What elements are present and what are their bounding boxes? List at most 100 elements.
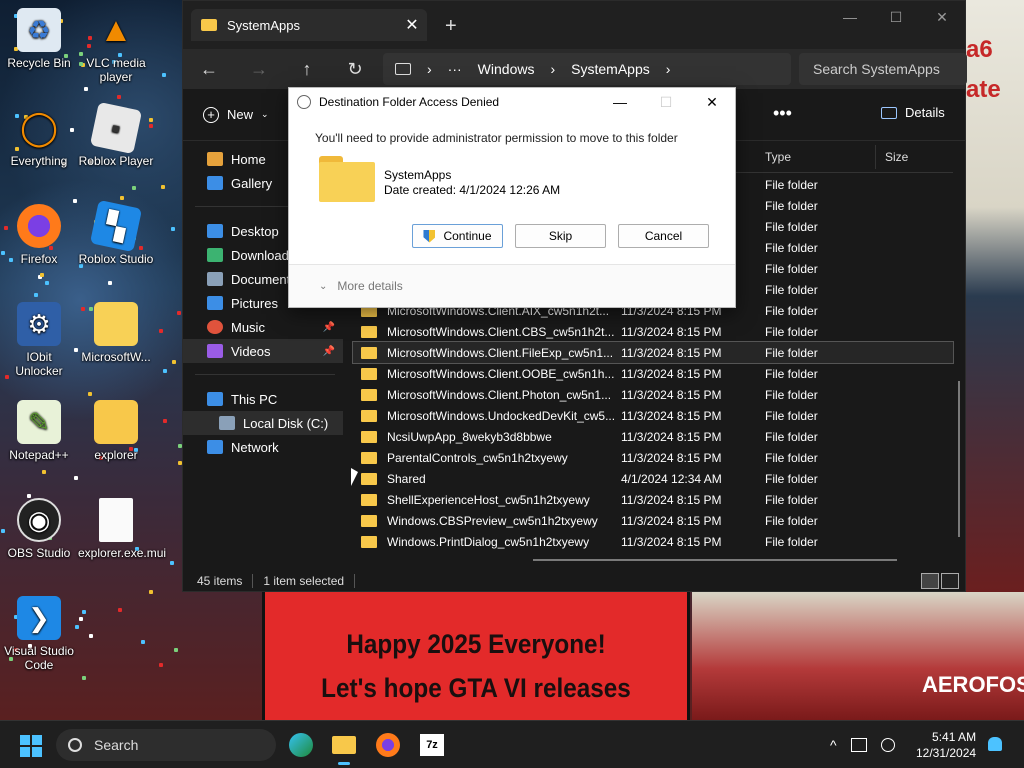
dialog-title-bar: Destination Folder Access Denied — ☐ ✕ — [289, 88, 735, 116]
skip-button[interactable]: Skip — [515, 224, 606, 248]
close-tab-icon[interactable]: ✕ — [397, 15, 427, 35]
tab-systemapps[interactable]: SystemApps ✕ — [191, 9, 427, 41]
desktop-icon-firefox[interactable]: Firefox — [1, 204, 77, 266]
folder-icon — [361, 493, 377, 506]
desktop-icon-vscode[interactable]: ❯ Visual Studio Code — [1, 596, 77, 672]
network-icon — [207, 440, 223, 454]
sidebar-item-local-disk[interactable]: Local Disk (C:) — [183, 411, 343, 435]
row-date: 11/3/2024 8:15 PM — [621, 387, 722, 402]
sidebar-item-network[interactable]: Network — [183, 435, 343, 459]
sidebar-item-label: Home — [231, 151, 266, 167]
confetti-particle — [89, 634, 93, 638]
row-name: Windows.CBSPreview_cw5n1h2txyewy — [387, 513, 598, 528]
desktop-icon-notepadpp[interactable]: ✎ Notepad++ — [1, 400, 77, 462]
sidebar-item-music[interactable]: Music 📌 — [183, 315, 343, 339]
notification-bell-icon[interactable] — [988, 737, 1002, 751]
refresh-button[interactable]: ↻ — [331, 59, 379, 80]
desktop-icon-everything[interactable]: ◯ Everything — [1, 106, 77, 168]
desktop-icon-roblox-studio[interactable]: ▚ Roblox Studio — [78, 199, 154, 266]
sidebar-item-label: Documents — [231, 271, 297, 287]
sidebar-item-videos[interactable]: Videos 📌 — [183, 339, 343, 363]
breadcrumb-overflow[interactable]: ··· — [448, 61, 462, 77]
minimize-button[interactable]: — — [827, 1, 873, 33]
dialog-folder-date: Date created: 4/1/2024 12:26 AM — [384, 183, 561, 197]
confetti-particle — [34, 293, 38, 297]
new-tab-button[interactable]: + — [445, 15, 457, 38]
more-options-button[interactable]: ••• — [773, 103, 792, 124]
folder-icon — [361, 430, 377, 443]
forward-button[interactable]: → — [235, 59, 283, 80]
maximize-button[interactable]: ☐ — [873, 1, 919, 33]
taskbar-edge[interactable] — [285, 729, 317, 761]
desktop-icon-explorer[interactable]: explorer — [78, 400, 154, 462]
vertical-scrollbar[interactable] — [958, 381, 960, 537]
tab-title: SystemApps — [227, 17, 300, 33]
desktop-icon-recycle-bin[interactable]: ♻ Recycle Bin — [1, 8, 77, 70]
desktop-icon-vlc[interactable]: ▲ VLC media player — [78, 8, 154, 85]
start-button[interactable] — [20, 735, 42, 757]
taskbar-clock[interactable]: 5:41 AM 12/31/2024 — [916, 729, 976, 761]
back-button[interactable]: ← — [183, 59, 235, 80]
new-button[interactable]: + New ⌄ — [203, 106, 269, 123]
dialog-message: You'll need to provide administrator per… — [315, 131, 678, 145]
desktop-icon-microsoft-folder[interactable]: MicrosoftW... — [78, 302, 154, 364]
close-button[interactable]: ✕ — [919, 1, 965, 33]
taskbar-firefox[interactable] — [372, 729, 404, 761]
network-icon[interactable] — [850, 738, 867, 752]
firefox-icon — [376, 733, 400, 757]
sidebar-item-this-pc[interactable]: This PC — [183, 387, 343, 411]
search-input[interactable]: Search SystemApps — [799, 53, 967, 85]
table-row[interactable]: NcsiUwpApp_8wekyb3d8bbwe 11/3/2024 8:15 … — [353, 426, 953, 447]
dialog-window-controls: — ☐ ✕ — [597, 88, 735, 116]
table-row-selected[interactable]: MicrosoftWindows.Client.FileExp_cw5n1...… — [352, 341, 954, 364]
tiles-view-icon[interactable] — [941, 573, 959, 589]
dialog-minimize-button[interactable]: — — [597, 88, 643, 116]
row-type: File folder — [765, 408, 818, 423]
table-row[interactable]: MicrosoftWindows.Client.CBS_cw5n1h2t... … — [353, 321, 953, 342]
table-row[interactable]: MicrosoftWindows.Client.OOBE_cw5n1h... 1… — [353, 363, 953, 384]
recycle-bin-icon: ♻ — [17, 8, 61, 52]
desktop-icon-label: Notepad++ — [9, 448, 69, 462]
sidebar-item-label: Pictures — [231, 295, 278, 311]
confetti-particle — [118, 608, 122, 612]
horizontal-scrollbar[interactable] — [533, 559, 897, 561]
everything-search-icon: ◯ — [19, 109, 59, 147]
desktop-icon-explorer-mui[interactable]: explorer.exe.mui — [78, 498, 166, 560]
more-details-toggle[interactable]: ⌄ More details — [289, 264, 735, 307]
confetti-particle — [177, 311, 181, 315]
column-header-size[interactable]: Size — [885, 150, 908, 164]
table-row[interactable]: MicrosoftWindows.Client.Photon_cw5n1... … — [353, 384, 953, 405]
desktop-icon-roblox-player[interactable]: ▪ Roblox Player — [78, 101, 154, 168]
table-row[interactable]: MicrosoftWindows.UndockedDevKit_cw5... 1… — [353, 405, 953, 426]
dialog-folder-name: SystemApps — [384, 168, 452, 182]
column-divider[interactable] — [875, 145, 876, 169]
confetti-particle — [40, 273, 44, 277]
up-button[interactable]: ↑ — [283, 59, 331, 80]
tray-overflow-chevron-icon[interactable]: ^ — [830, 737, 837, 753]
column-header-type[interactable]: Type — [765, 150, 791, 164]
breadcrumb-systemapps[interactable]: SystemApps — [571, 61, 650, 77]
table-row[interactable]: ShellExperienceHost_cw5n1h2txyewy 11/3/2… — [353, 489, 953, 510]
pin-icon[interactable]: 📌 — [323, 322, 335, 333]
table-row[interactable]: Windows.PrintDialog_cw5n1h2txyewy 11/3/2… — [353, 531, 953, 552]
continue-button[interactable]: Continue — [412, 224, 503, 248]
breadcrumb-windows[interactable]: Windows — [478, 61, 535, 77]
breadcrumb[interactable]: › ··· Windows › SystemApps › — [383, 53, 791, 85]
table-row[interactable]: ParentalControls_cw5n1h2txyewy 11/3/2024… — [353, 447, 953, 468]
volume-muted-icon[interactable] — [880, 738, 895, 752]
cancel-button[interactable]: Cancel — [618, 224, 709, 248]
details-view-icon[interactable] — [921, 573, 939, 589]
sidebar-item-label: Music — [231, 319, 265, 335]
table-row[interactable]: Shared 4/1/2024 12:34 AM File folder — [353, 468, 953, 489]
details-button[interactable]: Details — [881, 105, 945, 120]
pin-icon[interactable]: 📌 — [323, 346, 335, 357]
taskbar-search[interactable]: Search — [56, 729, 276, 761]
desktop-icon-iobit-unlocker[interactable]: ⚙ IObit Unlocker — [1, 302, 77, 378]
dialog-close-button[interactable]: ✕ — [689, 88, 735, 116]
taskbar-7zip[interactable]: 7z — [416, 729, 448, 761]
desktop-icon-obs[interactable]: ◉ OBS Studio — [1, 498, 77, 560]
table-row[interactable]: Windows.CBSPreview_cw5n1h2txyewy 11/3/20… — [353, 510, 953, 531]
row-type: File folder — [765, 471, 818, 486]
taskbar-file-explorer[interactable] — [328, 729, 360, 765]
roblox-icon: ▪ — [89, 101, 143, 155]
